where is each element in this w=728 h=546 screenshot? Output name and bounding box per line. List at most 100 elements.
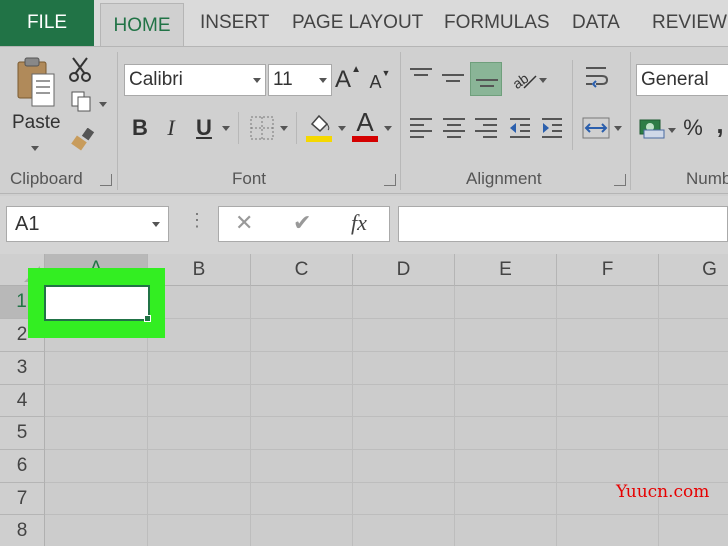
accounting-format-icon[interactable]: [638, 116, 666, 140]
alignment-group-label: Alignment: [466, 169, 542, 188]
fill-handle[interactable]: [144, 315, 151, 322]
increase-indent-icon[interactable]: [540, 116, 564, 140]
gridline: [352, 286, 353, 546]
tab-home[interactable]: HOME: [100, 3, 184, 47]
paste-icon: [17, 57, 55, 107]
decrease-font-size-button[interactable]: A ▼: [368, 68, 392, 96]
fill-color-button[interactable]: [306, 112, 332, 142]
font-family-combo[interactable]: Calibri: [124, 64, 266, 96]
grow-caret-icon: ▲: [351, 64, 361, 75]
increase-font-size-button[interactable]: A ▲: [335, 64, 361, 96]
font-size-value: 11: [273, 69, 293, 90]
group-divider: [400, 52, 401, 190]
paste-dropdown-icon[interactable]: [31, 146, 39, 151]
fill-color-dropdown-icon[interactable]: [338, 126, 346, 131]
formula-input[interactable]: [398, 206, 728, 242]
align-center-icon[interactable]: [443, 118, 465, 138]
tab-data[interactable]: DATA: [572, 0, 620, 46]
font-family-dropdown-icon[interactable]: [253, 78, 261, 83]
font-launcher-icon[interactable]: [384, 174, 396, 186]
row-header-3[interactable]: 3: [0, 352, 45, 385]
column-header-c[interactable]: C: [251, 254, 353, 286]
number-group-label: Numb: [686, 169, 728, 188]
top-align-icon[interactable]: [410, 68, 432, 76]
borders-dropdown-icon[interactable]: [280, 126, 288, 131]
wrap-text-icon[interactable]: [584, 64, 610, 90]
clipboard-group-label: Clipboard: [10, 169, 83, 188]
clipboard-launcher-icon[interactable]: [100, 174, 112, 186]
gridline: [250, 286, 251, 546]
orientation-icon[interactable]: ab: [509, 66, 538, 92]
font-size-combo[interactable]: 11: [268, 64, 332, 96]
row-header-7[interactable]: 7: [0, 483, 45, 515]
insert-function-button[interactable]: fx: [351, 210, 367, 236]
number-format-value: General: [641, 69, 709, 90]
bottom-align-icon: [476, 79, 498, 87]
row-header-8[interactable]: 8: [0, 515, 45, 546]
column-header-d[interactable]: D: [353, 254, 455, 286]
font-color-dropdown-icon[interactable]: [384, 126, 392, 131]
cut-icon[interactable]: [68, 56, 92, 82]
tab-page-layout[interactable]: PAGE LAYOUT: [292, 0, 423, 46]
accounting-dropdown-icon[interactable]: [668, 128, 676, 133]
alignment-launcher-icon[interactable]: [614, 174, 626, 186]
name-box-value: A1: [15, 212, 40, 235]
tab-review[interactable]: REVIEW: [652, 0, 727, 46]
merge-dropdown-icon[interactable]: [614, 126, 622, 131]
orientation-dropdown-icon[interactable]: [539, 78, 547, 83]
row-header-5[interactable]: 5: [0, 417, 45, 450]
merge-center-icon[interactable]: [582, 116, 610, 140]
column-header-g[interactable]: G: [659, 254, 728, 286]
alignment-divider: [572, 60, 573, 150]
cancel-icon[interactable]: ✕: [235, 210, 253, 236]
middle-align-icon[interactable]: [442, 74, 464, 82]
font-size-dropdown-icon[interactable]: [319, 78, 327, 83]
svg-text:ab: ab: [510, 70, 532, 92]
paste-button[interactable]: [14, 56, 58, 112]
copy-icon[interactable]: [70, 90, 94, 114]
column-header-e[interactable]: E: [455, 254, 557, 286]
comma-style-button[interactable]: ,: [712, 109, 728, 139]
shrink-font-glyph: A: [369, 71, 382, 92]
enter-icon[interactable]: ✔: [293, 210, 311, 236]
copy-dropdown-icon[interactable]: [99, 102, 107, 107]
font-divider-2: [296, 112, 297, 144]
row-header-6[interactable]: 6: [0, 450, 45, 483]
align-right-icon[interactable]: [475, 118, 497, 138]
font-color-button[interactable]: A: [352, 107, 378, 137]
format-painter-icon[interactable]: [70, 127, 96, 152]
name-box-dropdown-icon[interactable]: [152, 222, 160, 227]
watermark: Yuucn.com: [616, 482, 710, 502]
shrink-caret-icon: ▼: [381, 68, 391, 78]
bold-button[interactable]: B: [128, 114, 152, 142]
gridline: [454, 286, 455, 546]
gridline: [556, 286, 557, 546]
underline-dropdown-icon[interactable]: [222, 126, 230, 131]
align-left-icon[interactable]: [410, 118, 432, 138]
paint-bucket-icon: [310, 114, 330, 133]
decrease-indent-icon[interactable]: [508, 116, 532, 140]
tab-formulas[interactable]: FORMULAS: [444, 0, 550, 46]
column-header-f[interactable]: F: [557, 254, 659, 286]
name-box[interactable]: A1: [6, 206, 169, 242]
formula-buttons: ✕ ✔ fx: [218, 206, 390, 242]
grow-font-glyph: A: [335, 66, 352, 93]
group-divider: [630, 52, 631, 190]
gridline: [658, 286, 659, 546]
font-group-label: Font: [232, 169, 267, 188]
formula-bar-grip-icon[interactable]: ⋮: [188, 210, 206, 231]
font-family-value: Calibri: [129, 69, 183, 90]
fill-color-swatch: [306, 136, 332, 142]
active-cell-a1[interactable]: [44, 285, 150, 321]
tab-file[interactable]: FILE: [0, 0, 94, 46]
tab-insert[interactable]: INSERT: [200, 0, 269, 46]
row-header-4[interactable]: 4: [0, 385, 45, 417]
paste-label[interactable]: Paste: [12, 112, 61, 134]
borders-icon[interactable]: [250, 116, 274, 140]
number-format-combo[interactable]: General: [636, 64, 728, 96]
bottom-align-button[interactable]: [470, 62, 502, 96]
percent-style-button[interactable]: %: [682, 114, 704, 142]
italic-button[interactable]: I: [160, 114, 182, 142]
font-color-swatch: [352, 136, 378, 142]
underline-button[interactable]: U: [192, 114, 216, 142]
